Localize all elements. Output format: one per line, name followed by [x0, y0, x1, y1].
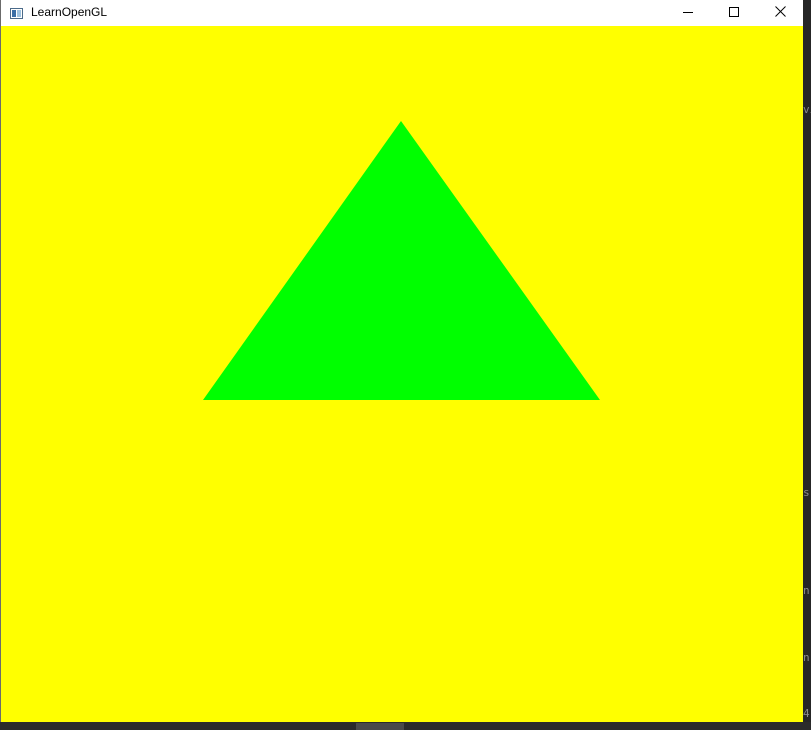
background-editor-glyph: vi	[803, 103, 811, 116]
minimize-button[interactable]	[665, 0, 711, 26]
background-editor-glyph: n	[803, 584, 810, 597]
maximize-button[interactable]	[711, 0, 757, 26]
title-bar[interactable]: LearnOpenGL	[1, 0, 803, 26]
opengl-viewport[interactable]	[1, 26, 803, 722]
render-canvas	[203, 121, 600, 400]
background-scrollbar	[0, 722, 811, 730]
minimize-icon	[683, 4, 693, 22]
background-scrollbar-thumb[interactable]	[356, 723, 404, 730]
background-editor-glyph: s	[803, 486, 810, 499]
close-button[interactable]	[757, 0, 803, 26]
background-editor-glyph: n	[803, 651, 810, 664]
app-window: LearnOpenGL	[0, 0, 803, 722]
window-app-icon	[10, 6, 23, 19]
maximize-icon	[729, 4, 739, 22]
green-triangle	[203, 121, 600, 400]
background-editor-glyph: 4	[803, 707, 810, 720]
close-icon	[774, 4, 786, 22]
window-title: LearnOpenGL	[31, 5, 108, 19]
